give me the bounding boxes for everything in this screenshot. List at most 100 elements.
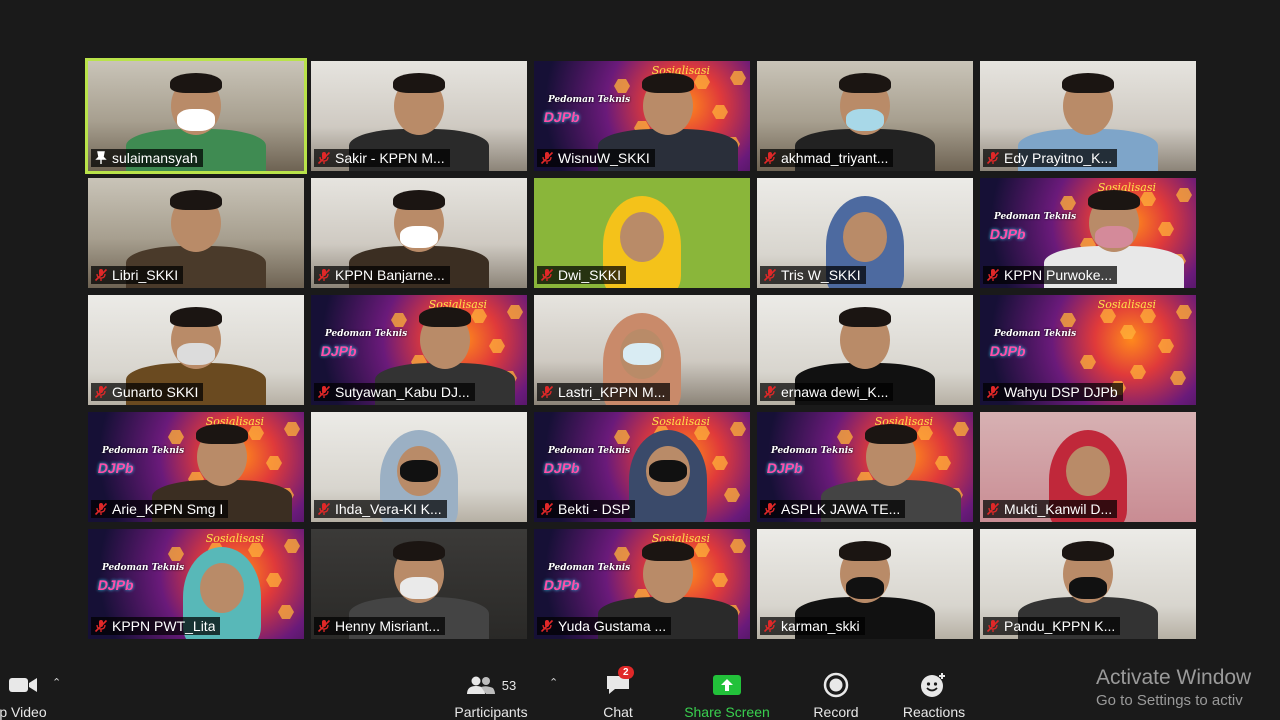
participant-name-label: Bekti - DSP — [537, 500, 636, 518]
participant-face-mask — [648, 460, 687, 482]
muted-microphone-icon — [317, 151, 331, 165]
participant-tile[interactable]: Gunarto SKKI — [88, 295, 304, 405]
participant-face — [1066, 446, 1110, 496]
participant-tile[interactable]: Lastri_KPPN M... — [534, 295, 750, 405]
chat-unread-badge: 2 — [618, 666, 634, 679]
participant-hair — [1062, 73, 1114, 93]
zoom-meeting-window: sulaimansyah Sakir - KPPN M... Sosialisasi… — [0, 0, 1280, 720]
participant-name: Lastri_KPPN M... — [558, 384, 666, 400]
participant-name-label: Libri_SKKI — [91, 266, 184, 284]
chat-label: Chat — [603, 704, 633, 720]
participant-tile[interactable]: Ihda_Vera-KI K... — [311, 412, 527, 522]
participant-tile[interactable]: Sosialisasi Pedoman Teknis DJPb Bekti - DSP — [534, 412, 750, 522]
share-screen-label: Share Screen — [684, 704, 770, 720]
participant-tile[interactable]: Sosialisasi Pedoman Teknis DJPb Arie_KPPN S… — [88, 412, 304, 522]
participant-hair — [393, 541, 445, 561]
participants-count: 53 — [501, 677, 517, 693]
participant-name-label: Gunarto SKKI — [91, 383, 204, 401]
participant-name-label: Sakir - KPPN M... — [314, 149, 450, 167]
muted-microphone-icon — [94, 502, 108, 516]
participant-name: Mukti_Kanwil D... — [1004, 501, 1113, 517]
video-button[interactable]: p Video — [0, 660, 58, 720]
muted-microphone-icon — [986, 502, 1000, 516]
participant-tile[interactable]: Edy Prayitno_K... — [980, 61, 1196, 171]
participant-face-mask — [177, 109, 215, 131]
share-screen-button[interactable]: Share Screen — [680, 660, 774, 720]
participant-hair — [195, 424, 248, 444]
muted-microphone-icon — [94, 619, 108, 633]
participant-name: KPPN Banjarne... — [335, 267, 445, 283]
participant-name-label: Tris W_SKKI — [760, 266, 866, 284]
share-screen-icon — [712, 670, 742, 700]
participant-name: Libri_SKKI — [112, 267, 179, 283]
reactions-button[interactable]: Reactions — [898, 660, 970, 720]
participant-tile[interactable]: Sosialisasi Pedoman Teknis DJPb Sutyawan_Ka… — [311, 295, 527, 405]
participant-face — [843, 212, 887, 262]
reactions-smiley-icon — [920, 670, 948, 700]
participant-name: Arie_KPPN Smg I — [112, 501, 224, 517]
participant-name: Henny Misriant... — [335, 618, 441, 634]
participant-name: karman_skki — [781, 618, 860, 634]
participant-tile[interactable]: Pandu_KPPN K... — [980, 529, 1196, 639]
participant-face-mask — [846, 109, 884, 131]
muted-microphone-icon — [317, 385, 331, 399]
muted-microphone-icon — [317, 619, 331, 633]
participant-hair — [170, 73, 222, 93]
chat-button[interactable]: 2 Chat — [596, 660, 640, 720]
participant-tile[interactable]: Sosialisasi Pedoman Teknis DJPb Wahyu DSP D… — [980, 295, 1196, 405]
muted-microphone-icon — [986, 385, 1000, 399]
participant-name-label: Henny Misriant... — [314, 617, 446, 635]
participant-name: Bekti - DSP — [558, 501, 631, 517]
participant-hair — [418, 307, 471, 327]
participant-hair — [839, 541, 891, 561]
participant-tile[interactable]: Tris W_SKKI — [757, 178, 973, 288]
participants-options-chevron-icon[interactable]: ⌃ — [549, 676, 558, 689]
participant-hair — [170, 190, 222, 210]
activation-title: Activate Window — [1096, 666, 1252, 689]
participant-name: Tris W_SKKI — [781, 267, 861, 283]
participant-tile[interactable]: Sosialisasi Pedoman Teknis DJPb WisnuW_SKKI — [534, 61, 750, 171]
participant-name-label: Mukti_Kanwil D... — [983, 500, 1118, 518]
participant-tile[interactable]: Henny Misriant... — [311, 529, 527, 639]
participant-tile[interactable]: Sosialisasi Pedoman Teknis DJPb ASPLK JAWA … — [757, 412, 973, 522]
participant-tile[interactable]: Sosialisasi Pedoman Teknis DJPb Yuda Gustam… — [534, 529, 750, 639]
participant-tile[interactable]: Dwi_SKKI — [534, 178, 750, 288]
participant-name: Dwi_SKKI — [558, 267, 622, 283]
muted-microphone-icon — [763, 385, 777, 399]
participant-tile[interactable]: Sosialisasi Pedoman Teknis DJPb KPPN Purwok… — [980, 178, 1196, 288]
participants-button[interactable]: 53 Participants — [446, 660, 536, 720]
video-label: p Video — [0, 704, 47, 720]
record-icon — [823, 670, 849, 700]
participant-name: ernawa dewi_K... — [781, 384, 889, 400]
participants-label: Participants — [454, 704, 528, 720]
participant-tile[interactable]: Mukti_Kanwil D... — [980, 412, 1196, 522]
participant-name-label: KPPN Purwoke... — [983, 266, 1118, 284]
participant-name-label: Ihda_Vera-KI K... — [314, 500, 447, 518]
participant-hair — [393, 73, 445, 93]
participant-face-mask — [1094, 226, 1133, 248]
participant-name: Sutyawan_Kabu DJ... — [335, 384, 470, 400]
participant-tile[interactable]: Libri_SKKI — [88, 178, 304, 288]
muted-microphone-icon — [540, 502, 554, 516]
participant-name: Wahyu DSP DJPb — [1004, 384, 1118, 400]
muted-microphone-icon — [94, 268, 108, 282]
participant-name: KPPN PWT_Lita — [112, 618, 216, 634]
participant-tile[interactable]: Sakir - KPPN M... — [311, 61, 527, 171]
participant-name-label: Sutyawan_Kabu DJ... — [314, 383, 475, 401]
video-options-chevron-icon[interactable]: ⌃ — [52, 676, 61, 689]
participant-tile[interactable]: ernawa dewi_K... — [757, 295, 973, 405]
participant-face-mask — [1069, 577, 1107, 599]
participant-name-label: ernawa dewi_K... — [760, 383, 894, 401]
reactions-label: Reactions — [902, 704, 966, 720]
participant-tile[interactable]: KPPN Banjarne... — [311, 178, 527, 288]
muted-microphone-icon — [986, 619, 1000, 633]
record-button[interactable]: Record — [806, 660, 866, 720]
participant-tile[interactable]: karman_skki — [757, 529, 973, 639]
participant-tile[interactable]: Sosialisasi Pedoman Teknis DJPb KPPN PWT_Li… — [88, 529, 304, 639]
participant-tile[interactable]: sulaimansyah — [85, 58, 307, 174]
participant-name-label: KPPN Banjarne... — [314, 266, 450, 284]
participant-face-mask — [846, 577, 884, 599]
participant-name-label: Dwi_SKKI — [537, 266, 627, 284]
participant-tile[interactable]: akhmad_triyant... — [757, 61, 973, 171]
record-label: Record — [813, 704, 859, 720]
